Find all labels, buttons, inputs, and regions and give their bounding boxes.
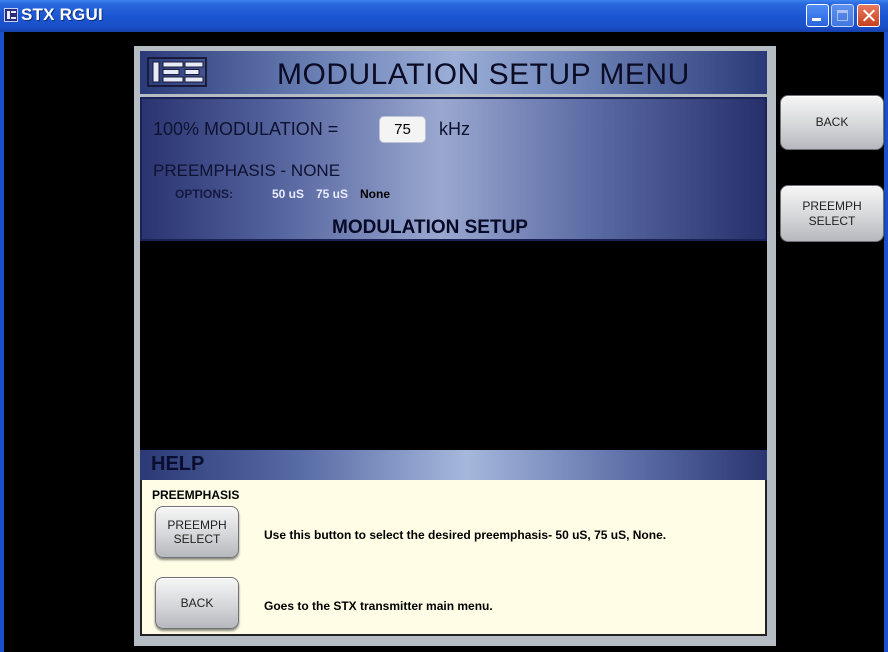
window-border-right [884, 32, 888, 652]
preemph-select-button[interactable]: PREEMPH SELECT [780, 185, 884, 242]
minimize-button[interactable] [806, 4, 829, 27]
help-subtitle: PREEMPHASIS [152, 488, 240, 502]
back-button[interactable]: BACK [780, 95, 884, 150]
help-title: HELP [151, 453, 205, 475]
maximize-button[interactable] [831, 4, 854, 27]
option-75us: 75 uS [316, 187, 349, 201]
display-area [140, 241, 767, 450]
section-title: MODULATION SETUP [332, 217, 528, 238]
be-logo-icon [147, 57, 207, 87]
options-label: OPTIONS: [175, 187, 234, 201]
help-back-description: Goes to the STX transmitter main menu. [264, 599, 493, 613]
help-back-button[interactable]: BACK [155, 577, 239, 629]
window-title: STX RGUI [21, 5, 103, 24]
preemphasis-status: PREEMPHASIS - NONE [153, 161, 341, 180]
modulation-value-field[interactable]: 75 [379, 116, 426, 143]
modulation-unit: kHz [439, 119, 470, 139]
option-50us: 50 uS [272, 187, 305, 201]
modulation-label: 100% MODULATION = [153, 119, 339, 139]
window-title-bar[interactable]: STX RGUI [0, 0, 888, 32]
window-border-left [0, 32, 4, 652]
option-none: None [360, 187, 390, 201]
menu-header: MODULATION SETUP MENU [140, 51, 767, 94]
modulation-setup-panel: 100% MODULATION = 75 kHz PREEMPHASIS - N… [140, 97, 767, 241]
help-header: HELP [140, 450, 767, 480]
help-preemph-description: Use this button to select the desired pr… [264, 528, 667, 542]
help-panel: PREEMPHASIS PREEMPH SELECT Use this butt… [140, 480, 767, 636]
close-button[interactable] [857, 4, 880, 27]
help-preemph-select-button[interactable]: PREEMPH SELECT [155, 506, 239, 558]
page-title: MODULATION SETUP MENU [277, 58, 690, 91]
be-logo-icon[interactable] [4, 8, 18, 22]
